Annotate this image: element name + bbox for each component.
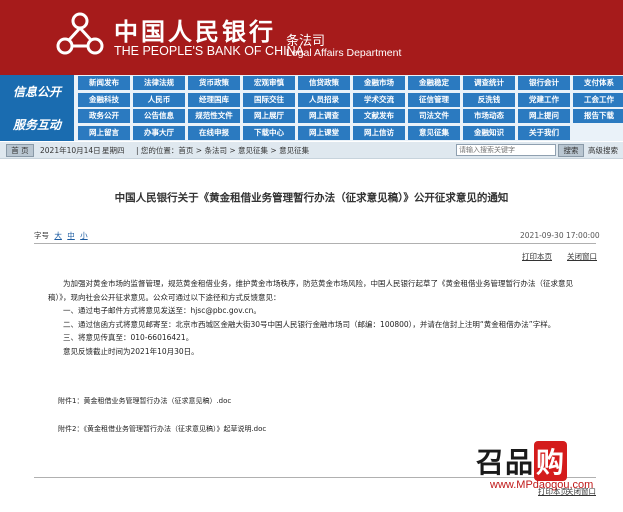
nav-item[interactable]: 金融市场 xyxy=(353,76,405,90)
nav-item[interactable]: 信贷政策 xyxy=(298,76,350,90)
nav-item[interactable]: 意见征集 xyxy=(408,125,460,140)
attachment-link-2[interactable]: 附件2：《黄金租借业务管理暂行办法（征求意见稿）》起草说明.doc xyxy=(58,424,266,434)
font-size-medium[interactable]: 中 xyxy=(67,231,75,240)
attachment-link-1[interactable]: 附件1：黄金租借业务管理暂行办法（征求意见稿）.doc xyxy=(58,396,231,406)
print-page-link[interactable]: 打印本页 xyxy=(522,251,552,262)
divider xyxy=(34,243,596,244)
nav-item[interactable]: 网上信访 xyxy=(353,125,405,140)
current-weekday: 星期四 xyxy=(102,146,125,155)
nav-item[interactable]: 政务公开 xyxy=(78,109,130,123)
nav-item[interactable]: 人员招录 xyxy=(298,92,350,107)
watermark: 召品购 www.MPdaogou.com xyxy=(476,441,618,497)
nav-item[interactable]: 网上调查 xyxy=(298,109,350,123)
search-input[interactable] xyxy=(456,144,556,156)
department-name-en: Legal Affairs Department xyxy=(286,47,402,59)
nav-item[interactable]: 金融知识 xyxy=(463,125,515,140)
nav-item[interactable]: 征信管理 xyxy=(408,92,460,107)
advanced-search-link[interactable]: 高级搜索 xyxy=(588,145,618,156)
search-button[interactable]: 搜索 xyxy=(558,144,584,157)
body-paragraph: 三、将意见传真至：010-66016421。 xyxy=(63,333,194,343)
nav-item[interactable]: 网上留言 xyxy=(78,125,130,140)
current-date: 2021年10月14日 xyxy=(40,146,101,155)
nav-item[interactable]: 支付体系 xyxy=(573,76,623,90)
nav-item[interactable]: 规范性文件 xyxy=(188,109,240,123)
nav-section-service: 服务互动 xyxy=(0,108,74,141)
font-size-label: 字号 xyxy=(34,231,49,240)
nav-item[interactable]: 银行会计 xyxy=(518,76,570,90)
nav-item[interactable]: 司法文件 xyxy=(408,109,460,123)
nav-item[interactable]: 网上课堂 xyxy=(298,125,350,140)
body-paragraph: 为加强对黄金市场的监督管理，规范黄金租借业务，维护黄金市场秩序，防范黄金市场风险… xyxy=(48,279,573,302)
nav-row: 网上留言 办事大厅 在线申报 下载中心 网上课堂 网上信访 意见征集 金融知识 关于我们 xyxy=(78,125,623,142)
article-body: 为加强对黄金市场的监督管理，规范黄金租借业务，维护黄金市场秩序，防范黄金市场风险… xyxy=(48,277,584,359)
nav-item[interactable]: 学术交流 xyxy=(353,92,405,107)
nav-item[interactable]: 公告信息 xyxy=(133,109,185,123)
nav-item[interactable]: 调查统计 xyxy=(463,76,515,90)
body-paragraph: 二、通过信函方式将意见邮寄至：北京市西城区金融大街30号中国人民银行金融市场司（… xyxy=(63,319,556,329)
nav-grid: 新闻发布 法律法规 货币政策 宏观审慎 信贷政策 金融市场 金融稳定 调查统计 银行会计 支付体系… xyxy=(78,75,623,141)
home-button[interactable]: 首 页 xyxy=(6,144,34,157)
article-title: 中国人民银行关于《黄金租借业务管理暂行办法（征求意见稿）》公开征求意见的通知 xyxy=(114,192,509,204)
main-navigation: 信息公开 服务互动 新闻发布 法律法规 货币政策 宏观审慎 信贷政策 金融市场 金融稳定 调查… xyxy=(0,75,623,141)
nav-item[interactable]: 在线申报 xyxy=(188,125,240,140)
brand-name-en: THE PEOPLE'S BANK OF CHINA xyxy=(114,44,304,58)
nav-item[interactable]: 新闻发布 xyxy=(78,76,130,90)
breadcrumb-bar: 首 页 2021年10月14日 星期四 | 您的位置：首页 > 条法司 > 意见… xyxy=(0,142,623,159)
nav-item[interactable]: 市场动态 xyxy=(463,109,515,123)
nav-item[interactable]: 网上提问 xyxy=(518,109,570,123)
publish-date: 2021-09-30 17:00:00 xyxy=(520,231,600,240)
close-window-link[interactable]: 关闭窗口 xyxy=(567,251,597,262)
watermark-logo: 召品购 xyxy=(476,441,568,481)
nav-row: 金融科技 人民币 经理国库 国际交往 人员招录 学术交流 征信管理 反洗钱 党建工作 工会工作 xyxy=(78,92,623,109)
nav-item[interactable]: 金融科技 xyxy=(78,92,130,107)
nav-row: 新闻发布 法律法规 货币政策 宏观审慎 信贷政策 金融市场 金融稳定 调查统计 银行会计 支付体系 xyxy=(78,75,623,92)
pboc-logo-icon xyxy=(56,12,104,55)
nav-item[interactable]: 人民币 xyxy=(133,92,185,107)
body-paragraph: 意见反馈截止时间为2021年10月30日。 xyxy=(63,346,199,356)
watermark-url: www.MPdaogou.com xyxy=(490,479,594,491)
nav-item[interactable]: 办事大厅 xyxy=(133,125,185,140)
nav-item[interactable]: 反洗钱 xyxy=(463,92,515,107)
nav-item[interactable]: 货币政策 xyxy=(188,76,240,90)
nav-item[interactable]: 经理国库 xyxy=(188,92,240,107)
nav-section-info: 信息公开 xyxy=(0,75,74,108)
nav-item[interactable]: 宏观审慎 xyxy=(243,76,295,90)
font-size-small[interactable]: 小 xyxy=(80,231,88,240)
nav-item[interactable]: 报告下载 xyxy=(573,109,623,123)
nav-row: 政务公开 公告信息 规范性文件 网上展厅 网上调查 文献发布 司法文件 市场动态 网上提问 报告下… xyxy=(78,108,623,125)
font-size-large[interactable]: 大 xyxy=(54,231,62,240)
site-header: 中国人民银行 THE PEOPLE'S BANK OF CHINA 条法司 Le… xyxy=(0,0,623,75)
nav-item[interactable]: 文献发布 xyxy=(353,109,405,123)
nav-item[interactable]: 国际交往 xyxy=(243,92,295,107)
nav-item[interactable]: 法律法规 xyxy=(133,76,185,90)
breadcrumb[interactable]: | 您的位置：首页 > 条法司 > 意见征集 > 意见征集 xyxy=(136,145,309,156)
nav-item[interactable]: 金融稳定 xyxy=(408,76,460,90)
font-size-control: 字号 大 中 小 xyxy=(34,230,88,241)
nav-item[interactable]: 党建工作 xyxy=(518,92,570,107)
brand-name-cn: 中国人民银行 xyxy=(114,17,276,46)
nav-item[interactable]: 下载中心 xyxy=(243,125,295,140)
body-paragraph: 一、通过电子邮件方式将意见发送至：hjsc@pbc.gov.cn。 xyxy=(63,306,261,316)
nav-item[interactable]: 网上展厅 xyxy=(243,109,295,123)
nav-item[interactable]: 工会工作 xyxy=(573,92,623,107)
nav-item[interactable]: 关于我们 xyxy=(518,125,570,140)
